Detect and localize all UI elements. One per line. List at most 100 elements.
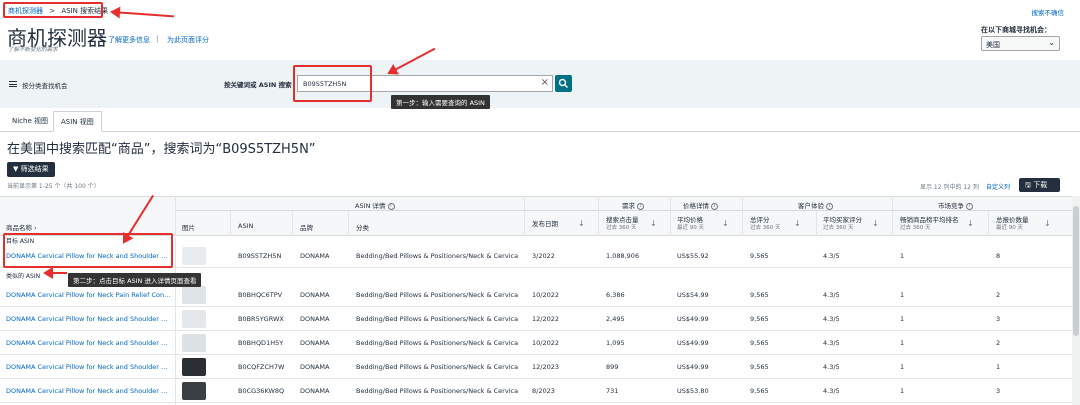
product-thumbnail[interactable] [182,286,206,304]
customize-columns-link[interactable]: 自定义列 [986,182,1010,191]
cell-rating: 4.3/5 [823,291,840,299]
table-row[interactable]: DONAMA Cervical Pillow for Neck and Shou… [0,307,1072,331]
cell-brand: DONAMA [300,387,330,395]
cell-ratings: 9,565 [750,363,769,371]
cell-category: Bedding/Bed Pillows & Positioners/Neck &… [356,252,518,260]
product-name-link[interactable]: DONAMA Cervical Pillow for Neck and Shou… [6,387,171,395]
cell-ratings: 9,565 [750,315,769,323]
download-button[interactable]: 🖫 下载 [1019,178,1060,192]
group-demand: 需求 i [622,200,645,210]
tab-asin-view[interactable]: ASIN 视图 [53,111,102,132]
col-divider [816,211,817,236]
close-icon[interactable]: × [541,77,549,88]
cell-ratings: 9,565 [750,387,769,395]
cell-offers: 8 [996,252,1001,260]
col-category[interactable]: 分类 [356,222,369,232]
col-divider [230,211,231,236]
cell-volume: 2,495 [606,315,625,323]
product-thumbnail[interactable] [182,358,206,376]
col-bsr-sub: 过去 360 天 [900,225,931,231]
columns-count: 显示 12 列中的 12 列 [920,184,979,191]
cell-asin: B0BHQC6TPV [238,291,283,299]
step2-tooltip: 第二步：点击目标 ASIN 进入详情页面查看 [68,273,202,287]
cell-price: US$49.99 [677,363,709,371]
sort-arrow-bsr-icon[interactable]: ↓ [967,219,974,228]
download-label: 下载 [1033,181,1048,189]
cell-bsr: 1 [900,339,905,347]
cell-volume: 899 [606,363,619,371]
cell-launch: 8/2023 [532,387,555,395]
col-divider [670,196,671,236]
cell-price: US$54.99 [677,291,709,299]
cell-offers: 2 [996,291,1001,299]
filter-icon: ▼ [13,165,21,173]
product-thumbnail[interactable] [182,334,206,352]
rate-page-link[interactable]: 为此页面评分 [167,35,209,45]
cell-asin: B0BR5YGRWX [238,315,284,323]
col-divider [988,211,989,236]
hamburger-icon[interactable] [9,81,17,87]
filter-results-button[interactable]: ▼ 筛选结果 [7,162,55,177]
search-band: 按分类查找机会 按关键词或 ASIN 搜索 B09S5TZH5N × [0,60,1080,108]
table-row[interactable]: DONAMA Cervical Pillow for Neck and Shou… [0,379,1072,403]
cell-bsr: 1 [900,387,905,395]
cell-volume: 1,095 [606,339,625,347]
product-name-link[interactable]: DONAMA Cervical Pillow for Neck and Shou… [6,315,171,323]
col-divider [598,196,599,236]
cell-brand: DONAMA [300,363,330,371]
cell-launch: 10/2022 [532,339,560,347]
product-thumbnail[interactable] [182,382,206,400]
table-row[interactable]: DONAMA Cervical Pillow for Neck and Shou… [0,355,1072,379]
cell-asin: B0CG36KW8Q [238,387,285,395]
view-tabs: Niche 视图 ASIN 视图 [0,108,1080,132]
learn-more-link[interactable]: 了解更多信息 [108,35,150,45]
cell-launch: 12/2022 [532,315,560,323]
product-thumbnail[interactable] [182,247,206,265]
annotation-arrow-breadcrumb [111,11,174,18]
cell-bsr: 1 [900,252,905,260]
cell-category: Bedding/Bed Pillows & Positioners/Neck &… [356,315,518,323]
col-asin[interactable]: ASIN [238,222,253,230]
cell-asin: B09S5TZH5N [238,252,282,260]
product-name-link[interactable]: DONAMA Cervical Pillow for Neck and Shou… [6,363,171,371]
browse-categories-label[interactable]: 按分类查找机会 [22,80,68,90]
cell-brand: DONAMA [300,252,330,260]
cell-launch: 12/2023 [532,363,560,371]
cell-brand: DONAMA [300,339,330,347]
top-right-link[interactable]: 搜索不确信 [1032,7,1065,17]
search-button[interactable] [555,75,572,92]
scrollbar[interactable] [1072,196,1080,405]
cell-category: Bedding/Bed Pillows & Positioners/Neck &… [356,363,518,371]
tab-niche-view[interactable]: Niche 视图 [5,111,55,132]
product-name-link[interactable]: DONAMA Cervical Pillow for Neck Pain Rel… [6,291,171,299]
search-icon [558,78,568,88]
marketplace-select[interactable]: 美国 ⌄ [981,36,1060,51]
table-row[interactable]: DONAMA Cervical Pillow for Neck and Shou… [0,331,1072,355]
sort-arrow-sellers-icon[interactable]: ↓ [1044,219,1051,228]
sort-arrow-ratings-icon[interactable]: ↓ [794,219,801,228]
similar-asin-label: 类似的 ASIN [6,273,41,280]
product-thumbnail[interactable] [182,310,206,328]
sort-arrow-launch-icon[interactable]: ↓ [578,219,585,228]
sort-arrow-volume-icon[interactable]: ↓ [650,219,657,228]
annotation-box-breadcrumb [3,2,103,18]
cell-asin: B0CQFZCH7W [238,363,285,371]
col-divider [524,196,525,236]
cell-launch: 10/2022 [532,291,560,299]
product-name-link[interactable]: DONAMA Cervical Pillow for Neck and Shou… [6,339,171,347]
col-name[interactable]: 商品名称 › [6,222,37,232]
cell-price: US$49.99 [677,315,709,323]
cell-offers: 1 [996,363,1001,371]
cell-category: Bedding/Bed Pillows & Positioners/Neck &… [356,339,518,347]
cell-ratings: 9,565 [750,339,769,347]
results-heading: 在美国中搜索匹配“商品”，搜索词为“B09S5TZH5N” [7,142,316,157]
annotation-arrow-step2 [43,267,67,279]
group-price: 价格详情 i [683,200,719,210]
col-launch[interactable]: 发布日期 [532,218,558,228]
sort-arrow-rating-icon[interactable]: ↓ [872,219,879,228]
group-experience: 客户体验 i [798,200,834,210]
col-total-ratings-sub: 过去 360 天 [750,225,781,231]
col-brand[interactable]: 品牌 [300,222,313,232]
sort-arrow-price-icon[interactable]: ↓ [722,219,729,228]
cell-bsr: 1 [900,315,905,323]
